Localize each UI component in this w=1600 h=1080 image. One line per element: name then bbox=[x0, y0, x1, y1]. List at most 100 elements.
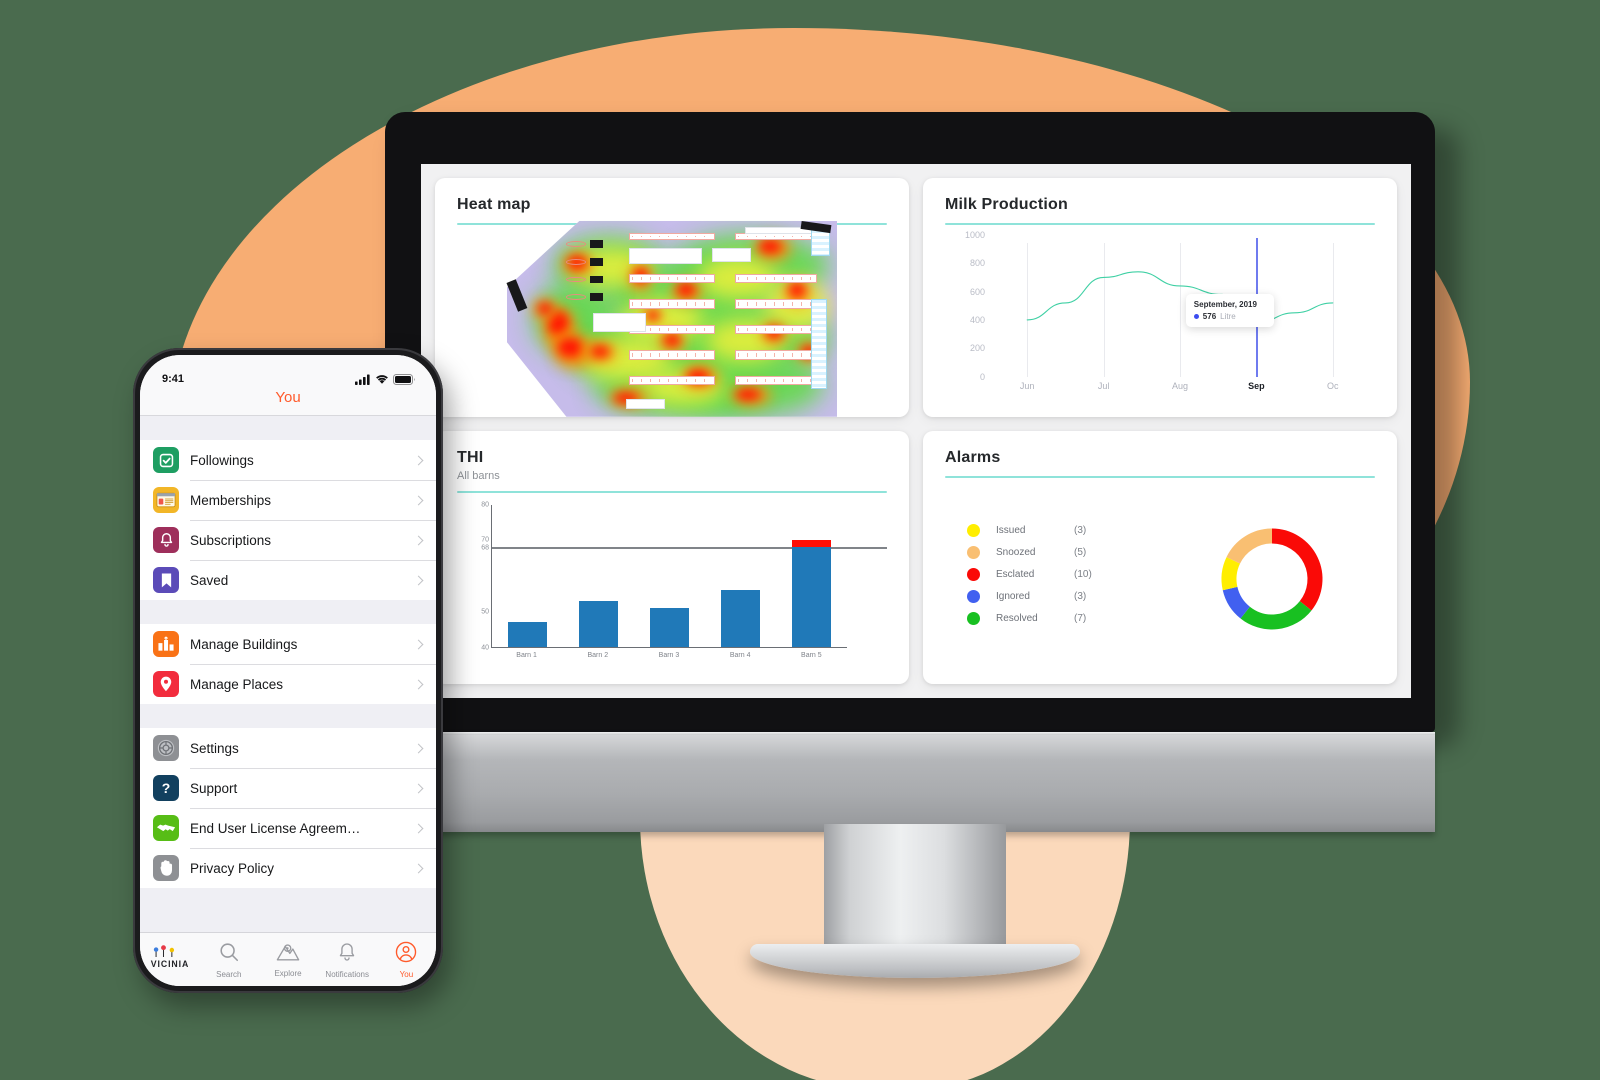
svg-text:?: ? bbox=[162, 780, 171, 796]
phone-nav-bar: You bbox=[140, 389, 436, 416]
thi-bar-column[interactable] bbox=[578, 505, 619, 647]
legend-count: (3) bbox=[1074, 524, 1087, 536]
list-item[interactable]: Subscriptions bbox=[140, 520, 436, 560]
list-item-label: Followings bbox=[190, 452, 254, 468]
milk-plot-area bbox=[989, 235, 1371, 377]
card-thi[interactable]: THI All barns 80 70 68 50 40 Barn 1 Barn 2 Bar… bbox=[435, 430, 909, 684]
thi-title: THI bbox=[457, 448, 484, 466]
legend-count: (10) bbox=[1074, 568, 1092, 580]
thi-bar bbox=[791, 547, 832, 647]
tooltip-series-dot-icon bbox=[1193, 314, 1199, 320]
id-card-icon bbox=[153, 487, 179, 513]
thi-divider bbox=[457, 490, 887, 493]
vicinia-logo-icon: VICINIA bbox=[147, 944, 193, 975]
mobile-phone: 9:41 You Followings Memberships Subscrip… bbox=[133, 348, 453, 1007]
desktop-monitor: Heat map Milk Production 1000 800 600 40… bbox=[385, 112, 1459, 978]
tab-search[interactable]: Search bbox=[199, 933, 258, 986]
tab-label: You bbox=[399, 969, 414, 979]
legend-count: (7) bbox=[1074, 612, 1087, 624]
settings-list[interactable]: Followings Memberships Subscriptions Saved M… bbox=[140, 416, 436, 932]
bell-outline-icon bbox=[337, 941, 357, 968]
list-item[interactable]: Manage Places bbox=[140, 664, 436, 704]
list-item[interactable]: Settings bbox=[140, 728, 436, 768]
phone-frame: 9:41 You Followings Memberships Subscrip… bbox=[133, 348, 443, 993]
heat-map-body bbox=[457, 220, 887, 417]
milk-production-chart[interactable]: 1000 800 600 400 200 0 Jun Jul Aug Sep Oc Septemb… bbox=[945, 230, 1375, 407]
alarms-donut-segment[interactable] bbox=[1240, 600, 1312, 630]
alarms-donut-chart[interactable] bbox=[1216, 523, 1328, 635]
milk-y-tick: 1000 bbox=[964, 230, 985, 240]
phone-status-bar: 9:41 bbox=[140, 355, 436, 389]
list-item[interactable]: Saved bbox=[140, 560, 436, 600]
milk-y-axis: 1000 800 600 400 200 0 bbox=[945, 230, 985, 382]
card-heat-map[interactable]: Heat map bbox=[435, 178, 909, 417]
tab-brand[interactable]: VICINIA bbox=[140, 933, 199, 986]
list-section: Manage Buildings Manage Places bbox=[140, 624, 436, 704]
chevron-right-icon bbox=[413, 575, 424, 585]
milk-production-body: 1000 800 600 400 200 0 Jun Jul Aug Sep Oc Septemb… bbox=[945, 230, 1375, 407]
list-section-gap bbox=[140, 600, 436, 624]
thi-bar-column[interactable] bbox=[720, 505, 761, 647]
milk-y-tick: 200 bbox=[969, 343, 985, 354]
chevron-right-icon bbox=[413, 535, 424, 545]
legend-label: Resolved bbox=[996, 612, 1038, 624]
legend-label: Ignored bbox=[996, 590, 1030, 602]
alarms-donut-segment[interactable] bbox=[1222, 586, 1250, 619]
chevron-right-icon bbox=[413, 455, 424, 465]
alarms-legend-item[interactable]: Ignored (3) bbox=[967, 589, 1169, 603]
milk-line-series bbox=[989, 235, 1371, 377]
alarms-legend-item[interactable]: Snoozed (5) bbox=[967, 545, 1169, 559]
card-milk-production[interactable]: Milk Production 1000 800 600 400 200 0 Jun Jul… bbox=[923, 178, 1397, 417]
alarms-legend-item[interactable]: Issued (3) bbox=[967, 523, 1169, 537]
alarms-body: Issued (3) Snoozed (5) Esclated (10) Ignored (3… bbox=[945, 484, 1375, 675]
alarms-legend-item[interactable]: Esclated (10) bbox=[967, 567, 1169, 581]
legend-color-swatch-icon bbox=[967, 545, 980, 559]
thi-bar bbox=[649, 607, 690, 647]
alarms-donut-segment[interactable] bbox=[1271, 528, 1323, 611]
milk-x-axis: Jun Jul Aug Sep Oc bbox=[989, 381, 1371, 401]
alarms-legend: Issued (3) Snoozed (5) Esclated (10) Ignored (3… bbox=[945, 523, 1169, 634]
thi-x-tick: Barn 3 bbox=[658, 652, 680, 659]
wifi-icon bbox=[376, 375, 388, 384]
thi-chart[interactable]: 80 70 68 50 40 Barn 1 Barn 2 Barn 3 Barn 4 Barn … bbox=[457, 499, 887, 675]
buildings-icon bbox=[153, 631, 179, 657]
tab-notifications[interactable]: Notifications bbox=[318, 933, 377, 986]
heat-map-figure[interactable] bbox=[506, 220, 837, 417]
thi-bar-column[interactable] bbox=[791, 505, 832, 647]
thi-x-tick: Barn 4 bbox=[729, 652, 751, 659]
tooltip-value: 576 bbox=[1202, 312, 1217, 322]
phone-screen: 9:41 You Followings Memberships Subscrip… bbox=[140, 355, 436, 986]
milk-x-tick: Jul bbox=[1097, 380, 1110, 391]
monitor-screen: Heat map Milk Production 1000 800 600 40… bbox=[421, 164, 1411, 698]
svg-text:VICINIA: VICINIA bbox=[150, 959, 188, 969]
thi-bar bbox=[720, 590, 761, 647]
phone-tab-bar[interactable]: VICINIA Search Explore Notifications You bbox=[140, 932, 436, 986]
list-section: Followings Memberships Subscriptions Saved bbox=[140, 440, 436, 600]
card-alarms[interactable]: Alarms Issued (3) Snoozed (5) Esclated (10) Ig… bbox=[923, 430, 1397, 684]
list-section-gap bbox=[140, 704, 436, 728]
list-item[interactable]: Manage Buildings bbox=[140, 624, 436, 664]
tab-explore[interactable]: Explore bbox=[258, 933, 317, 986]
heat-map-title: Heat map bbox=[457, 196, 531, 213]
list-item[interactable]: Followings bbox=[140, 440, 436, 480]
list-item[interactable]: ? Support bbox=[140, 768, 436, 808]
list-section-gap bbox=[140, 416, 436, 440]
alarms-donut-wrap bbox=[1169, 523, 1375, 635]
list-item[interactable]: End User License Agreem… bbox=[140, 808, 436, 848]
list-item[interactable]: Privacy Policy bbox=[140, 848, 436, 888]
tab-you[interactable]: You bbox=[377, 933, 436, 986]
alarms-donut-segment[interactable] bbox=[1221, 556, 1240, 590]
list-item[interactable]: Memberships bbox=[140, 480, 436, 520]
search-icon bbox=[218, 941, 240, 968]
chevron-right-icon bbox=[413, 823, 424, 833]
list-item-label: Saved bbox=[190, 572, 229, 588]
monitor-chin bbox=[385, 732, 1435, 832]
legend-label: Snoozed bbox=[996, 546, 1036, 558]
thi-bar-column[interactable] bbox=[649, 505, 690, 647]
alarms-legend-item[interactable]: Resolved (7) bbox=[967, 611, 1169, 625]
milk-x-tick: Jun bbox=[1019, 380, 1035, 391]
tab-label: Explore bbox=[274, 969, 302, 978]
tab-label: Search bbox=[216, 969, 242, 979]
alarms-donut-segment[interactable] bbox=[1226, 528, 1273, 564]
thi-bar-column[interactable] bbox=[507, 505, 548, 647]
